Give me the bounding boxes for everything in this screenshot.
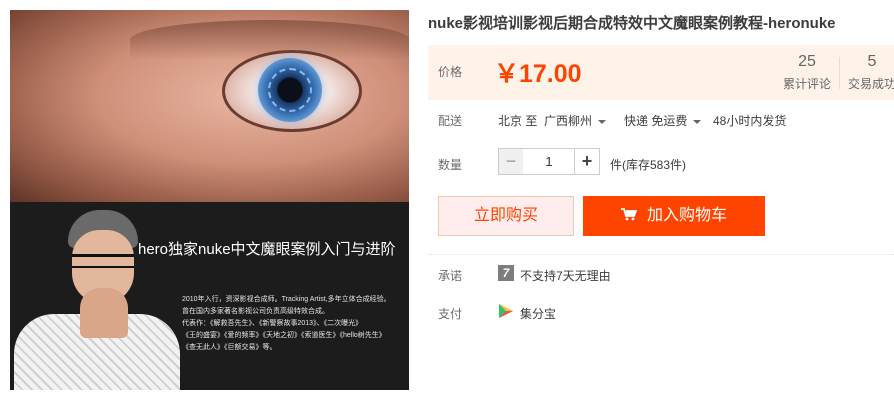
buy-now-button[interactable]: 立即购买 bbox=[438, 196, 574, 236]
shipping-method: 快递 免运费 bbox=[624, 114, 688, 128]
bio-line: 《王的盛宴》《爱的频率》《天地之初》《索道医生》《hello树先生》 bbox=[182, 332, 386, 339]
bio-line: 《查无此人》《巨额交易》等。 bbox=[182, 344, 277, 351]
product-title: nuke影视培训影视后期合成特效中文魔眼案例教程-heronuke bbox=[428, 15, 836, 32]
quantity-input[interactable] bbox=[523, 148, 575, 175]
jifenbao-icon bbox=[499, 304, 513, 318]
chevron-down-icon bbox=[598, 119, 607, 124]
add-to-cart-button[interactable]: 加入购物车 bbox=[583, 196, 765, 236]
bio-line: 代表作：《解救吾先生》、《新警察故事2013》、《二次曝光》 bbox=[182, 320, 363, 327]
shipping-label: 配送 bbox=[438, 114, 463, 128]
instructor-banner: hero独家nuke中文魔眼案例入门与进阶 2010年入行，资深影视合成师。Tr… bbox=[10, 202, 409, 390]
bio-line: 曾在国内多家著名影视公司负责高级特效合成。 bbox=[182, 308, 329, 315]
price-panel: 价格 ￥17.00 25 累计评论 5 交易成功 bbox=[428, 45, 894, 100]
product-main-image[interactable]: hero独家nuke中文魔眼案例入门与进阶 2010年入行，资深影视合成师。Tr… bbox=[10, 10, 409, 390]
shipping-destination-select[interactable]: 广西柳州 bbox=[544, 112, 607, 129]
price-value: ￥17.00 bbox=[494, 60, 582, 88]
shopping-cart-icon bbox=[620, 208, 637, 221]
buy-now-label: 立即购买 bbox=[473, 207, 538, 224]
section-divider bbox=[428, 254, 894, 255]
add-to-cart-label: 加入购物车 bbox=[646, 207, 727, 224]
promise-label: 承诺 bbox=[438, 269, 463, 283]
bio-line: 2010年入行，资深影视合成师。Tracking Artist,多年立体合成经验… bbox=[182, 296, 391, 303]
quantity-increase-button[interactable]: + bbox=[574, 148, 600, 175]
trades-label: 交易成功 bbox=[847, 77, 894, 91]
comments-label: 累计评论 bbox=[782, 77, 831, 91]
payment-method[interactable]: 集分宝 bbox=[520, 305, 556, 322]
stock-info: 件(库存583件) bbox=[610, 158, 687, 172]
shipping-method-select[interactable]: 快递 免运费 bbox=[624, 112, 702, 129]
trades-stat[interactable]: 5 交易成功 bbox=[842, 53, 894, 92]
no-7day-return-icon: 7 bbox=[498, 265, 514, 281]
price-label: 价格 bbox=[438, 65, 463, 79]
quantity-label: 数量 bbox=[438, 158, 463, 172]
comments-stat[interactable]: 25 累计评论 bbox=[778, 53, 836, 92]
trades-count: 5 bbox=[867, 53, 877, 70]
stat-divider bbox=[839, 57, 840, 89]
shipping-from: 北京 至 bbox=[498, 114, 538, 128]
promise-text[interactable]: 不支持7天无理由 bbox=[520, 267, 611, 284]
dispatch-time: 48小时内发货 bbox=[713, 114, 787, 128]
instructor-glasses bbox=[72, 254, 134, 268]
payment-label: 支付 bbox=[438, 307, 463, 321]
banner-headline: hero独家nuke中文魔眼案例入门与进阶 bbox=[138, 241, 396, 258]
shipping-destination: 广西柳州 bbox=[544, 114, 593, 128]
instructor-bio: 2010年入行，资深影视合成师。Tracking Artist,多年立体合成经验… bbox=[182, 294, 407, 354]
chevron-down-icon bbox=[693, 119, 702, 124]
eye-iris-pattern bbox=[268, 68, 312, 112]
instructor-hands bbox=[80, 288, 128, 338]
quantity-decrease-button[interactable]: − bbox=[498, 148, 524, 175]
eye-photo bbox=[10, 10, 409, 202]
comments-count: 25 bbox=[798, 53, 816, 70]
